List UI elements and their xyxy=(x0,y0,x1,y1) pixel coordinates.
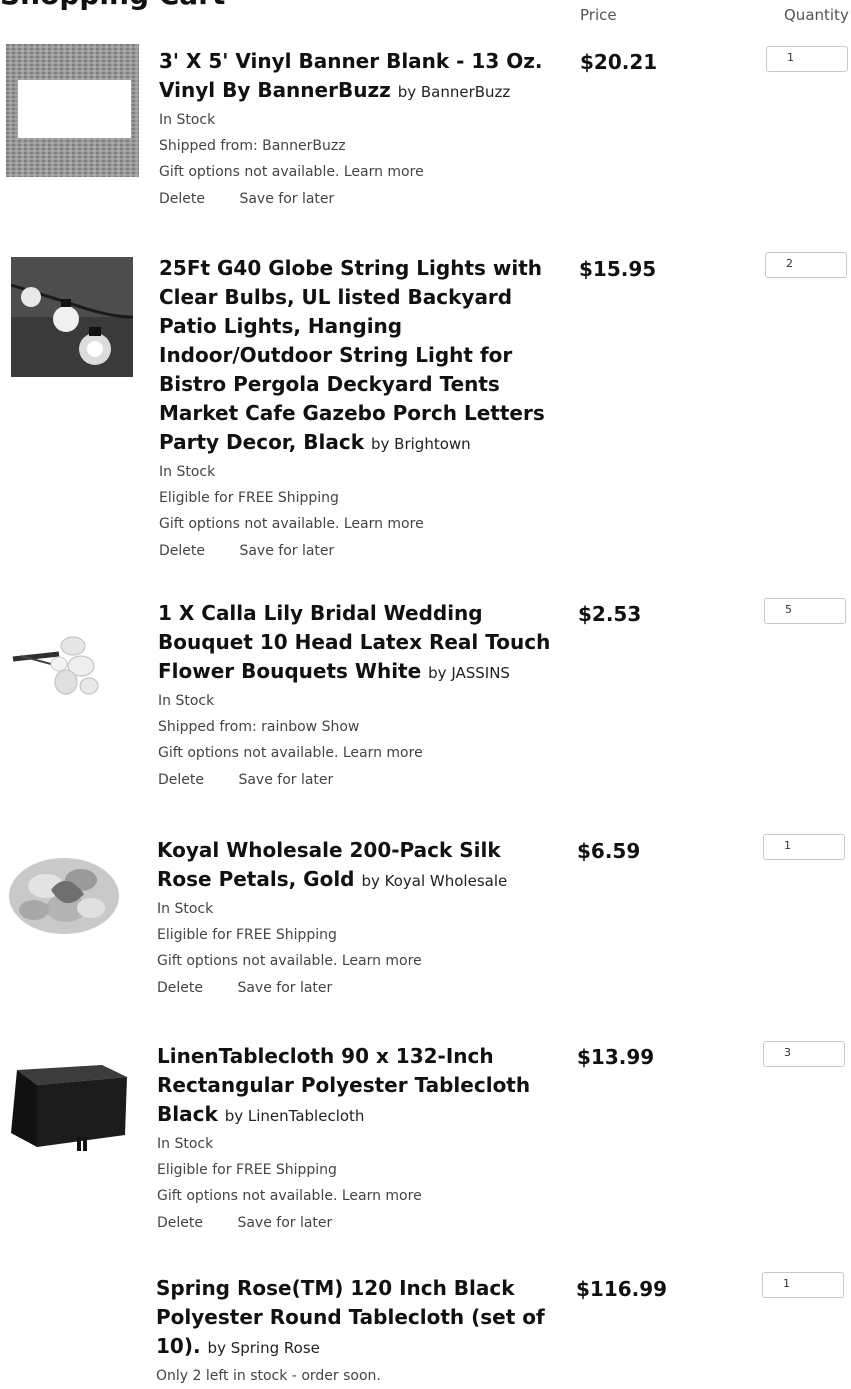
item-actions: Delete Save for later xyxy=(159,185,559,213)
stock-status: In Stock xyxy=(159,464,216,480)
delete-link[interactable]: Delete xyxy=(159,191,205,207)
item-title[interactable]: LinenTablecloth 90 x 132-Inch Rectangula… xyxy=(157,1042,557,1131)
stock-status: Only 2 left in stock - order soon. xyxy=(156,1368,381,1384)
stock-status: In Stock xyxy=(158,693,215,709)
string-lights-thumbnail[interactable] xyxy=(10,257,134,377)
shipping-info: Eligible for FREE Shipping xyxy=(157,1162,337,1178)
quantity-input[interactable]: 3 xyxy=(763,1041,845,1067)
save-for-later-link[interactable]: Save for later xyxy=(239,543,334,559)
bouquet-thumbnail[interactable] xyxy=(11,624,101,714)
shipping-info: Eligible for FREE Shipping xyxy=(157,927,337,943)
item-actions: Delete Save for later xyxy=(157,974,557,1002)
stock-status: In Stock xyxy=(157,901,214,917)
tablecloth-thumbnail[interactable] xyxy=(7,1055,130,1155)
quantity-input[interactable]: 5 xyxy=(764,598,846,624)
delete-link[interactable]: Delete xyxy=(157,980,203,996)
item-price: $13.99 xyxy=(577,1045,655,1069)
shipping-info: Shipped from: rainbow Show xyxy=(158,719,360,735)
item-seller: by LinenTablecloth xyxy=(224,1107,365,1125)
delete-link[interactable]: Delete xyxy=(157,1215,203,1231)
item-price: $6.59 xyxy=(577,839,641,863)
price-column-header: Price xyxy=(580,6,617,24)
item-price: $20.21 xyxy=(580,50,658,74)
gift-options: Gift options not available. Learn more xyxy=(158,745,423,761)
save-for-later-link[interactable]: Save for later xyxy=(239,191,334,207)
item-title[interactable]: Koyal Wholesale 200-Pack Silk Rose Petal… xyxy=(157,836,557,896)
item-title[interactable]: Spring Rose(TM) 120 Inch Black Polyester… xyxy=(156,1274,556,1363)
item-title[interactable]: 25Ft G40 Globe String Lights with Clear … xyxy=(159,254,559,459)
item-info: 25Ft G40 Globe String Lights with Clear … xyxy=(159,254,559,565)
shipping-info: Eligible for FREE Shipping xyxy=(159,490,339,506)
delete-link[interactable]: Delete xyxy=(159,543,205,559)
stock-status: In Stock xyxy=(159,112,216,128)
item-price: $2.53 xyxy=(578,602,642,626)
item-seller: by Brightown xyxy=(371,435,471,453)
item-actions: Delete Save for later xyxy=(157,1209,557,1237)
delete-link[interactable]: Delete xyxy=(158,772,204,788)
item-seller: by JASSINS xyxy=(428,664,510,682)
item-info: LinenTablecloth 90 x 132-Inch Rectangula… xyxy=(157,1042,557,1237)
item-info: Koyal Wholesale 200-Pack Silk Rose Petal… xyxy=(157,836,557,1002)
item-seller: by Koyal Wholesale xyxy=(361,872,508,890)
banner-thumbnail[interactable] xyxy=(6,44,139,177)
save-for-later-link[interactable]: Save for later xyxy=(238,772,333,788)
item-price: $116.99 xyxy=(576,1277,668,1301)
quantity-input[interactable]: 1 xyxy=(766,46,848,72)
item-info: Spring Rose(TM) 120 Inch Black Polyester… xyxy=(156,1274,556,1389)
stock-status: In Stock xyxy=(157,1136,214,1152)
gift-options: Gift options not available. Learn more xyxy=(157,953,422,969)
gift-options: Gift options not available. Learn more xyxy=(157,1188,422,1204)
item-actions: Delete Save for later xyxy=(158,766,558,794)
item-title[interactable]: 1 X Calla Lily Bridal Wedding Bouquet 10… xyxy=(158,599,558,688)
item-title[interactable]: 3' X 5' Vinyl Banner Blank - 13 Oz. Viny… xyxy=(159,47,559,107)
rose-petals-thumbnail[interactable] xyxy=(6,850,121,940)
quantity-input[interactable]: 1 xyxy=(762,1272,844,1298)
gift-options: Gift options not available. Learn more xyxy=(159,516,424,532)
item-actions: Delete Save for later xyxy=(159,537,559,565)
gift-options: Gift options not available. Learn more xyxy=(159,164,424,180)
item-seller: by Spring Rose xyxy=(207,1339,320,1357)
item-info: 1 X Calla Lily Bridal Wedding Bouquet 10… xyxy=(158,599,558,794)
quantity-column-header: Quantity xyxy=(784,6,849,24)
quantity-input[interactable]: 2 xyxy=(765,252,847,278)
save-for-later-link[interactable]: Save for later xyxy=(237,1215,332,1231)
item-info: 3' X 5' Vinyl Banner Blank - 13 Oz. Viny… xyxy=(159,47,559,213)
item-price: $15.95 xyxy=(579,257,657,281)
quantity-input[interactable]: 1 xyxy=(763,834,845,860)
item-seller: by BannerBuzz xyxy=(397,83,511,101)
save-for-later-link[interactable]: Save for later xyxy=(237,980,332,996)
page-title: Shopping Cart xyxy=(0,0,225,11)
shipping-info: Shipped from: BannerBuzz xyxy=(159,138,346,154)
